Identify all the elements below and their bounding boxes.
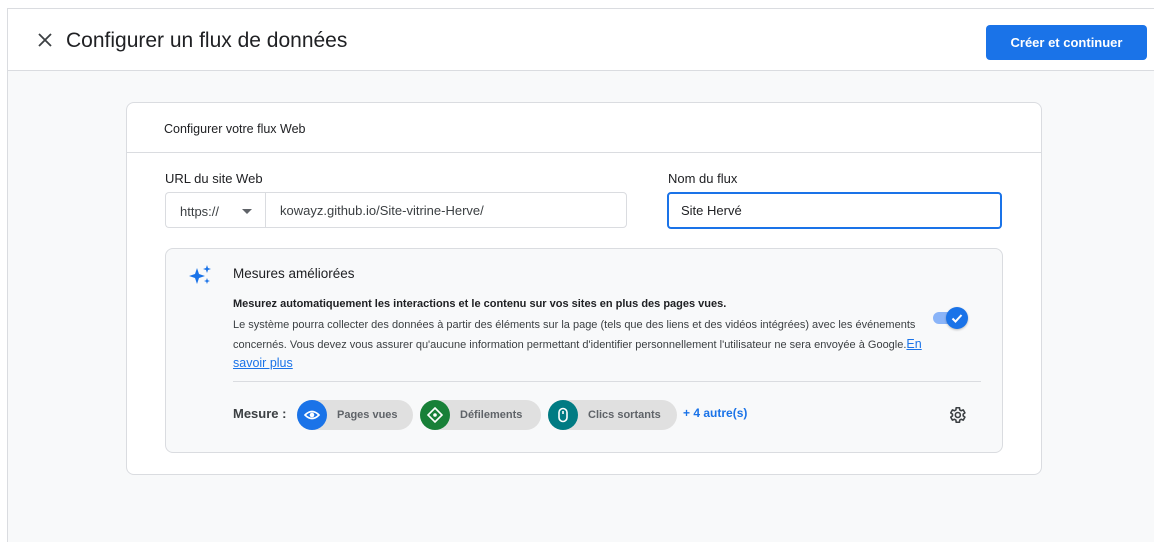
web-stream-card: Configurer votre flux Web URL du site We… xyxy=(126,102,1042,475)
chevron-down-icon xyxy=(242,209,252,214)
gear-icon[interactable] xyxy=(947,405,967,425)
chip-label: Pages vues xyxy=(337,409,398,421)
chip-outbound-clicks[interactable]: Clics sortants xyxy=(548,400,677,430)
url-label: URL du site Web xyxy=(165,171,263,186)
chip-label: Défilements xyxy=(460,409,523,421)
chip-page-views[interactable]: Pages vues xyxy=(297,400,413,430)
sparkle-icon xyxy=(188,263,214,294)
create-and-continue-button[interactable]: Créer et continuer xyxy=(986,25,1147,60)
description-text: Le système pourra collecter des données … xyxy=(233,319,916,351)
card-title: Configurer votre flux Web xyxy=(127,103,1041,153)
mouse-icon xyxy=(548,400,578,430)
divider xyxy=(233,381,981,382)
scroll-icon xyxy=(420,400,450,430)
enhanced-measurement-panel: Mesures améliorées Mesurez automatiqueme… xyxy=(165,248,1003,453)
stream-name-input[interactable] xyxy=(667,192,1002,229)
protocol-value: https:// xyxy=(180,204,220,219)
page-title: Configurer un flux de données xyxy=(66,29,348,52)
close-icon[interactable] xyxy=(34,29,56,51)
protocol-select[interactable]: https:// xyxy=(165,192,265,228)
check-icon xyxy=(951,314,963,323)
top-bar: Configurer un flux de données Créer et c… xyxy=(8,9,1154,71)
chip-label: Clics sortants xyxy=(588,409,661,421)
toggle-knob xyxy=(946,307,968,329)
stream-name-label: Nom du flux xyxy=(668,171,738,186)
more-events-link[interactable]: + 4 autre(s) xyxy=(683,406,747,420)
enhanced-measurement-summary: Mesurez automatiquement les interactions… xyxy=(233,298,727,310)
measure-label: Mesure : xyxy=(233,406,287,421)
website-url-input[interactable] xyxy=(265,192,627,228)
enhanced-measurement-description: Le système pourra collecter des données … xyxy=(233,316,923,374)
eye-icon xyxy=(297,400,327,430)
enhanced-measurement-toggle[interactable] xyxy=(931,307,968,329)
chip-scrolls[interactable]: Défilements xyxy=(420,400,541,430)
dialog-frame: Configurer un flux de données Créer et c… xyxy=(7,8,1154,542)
enhanced-measurement-title: Mesures améliorées xyxy=(233,266,355,281)
